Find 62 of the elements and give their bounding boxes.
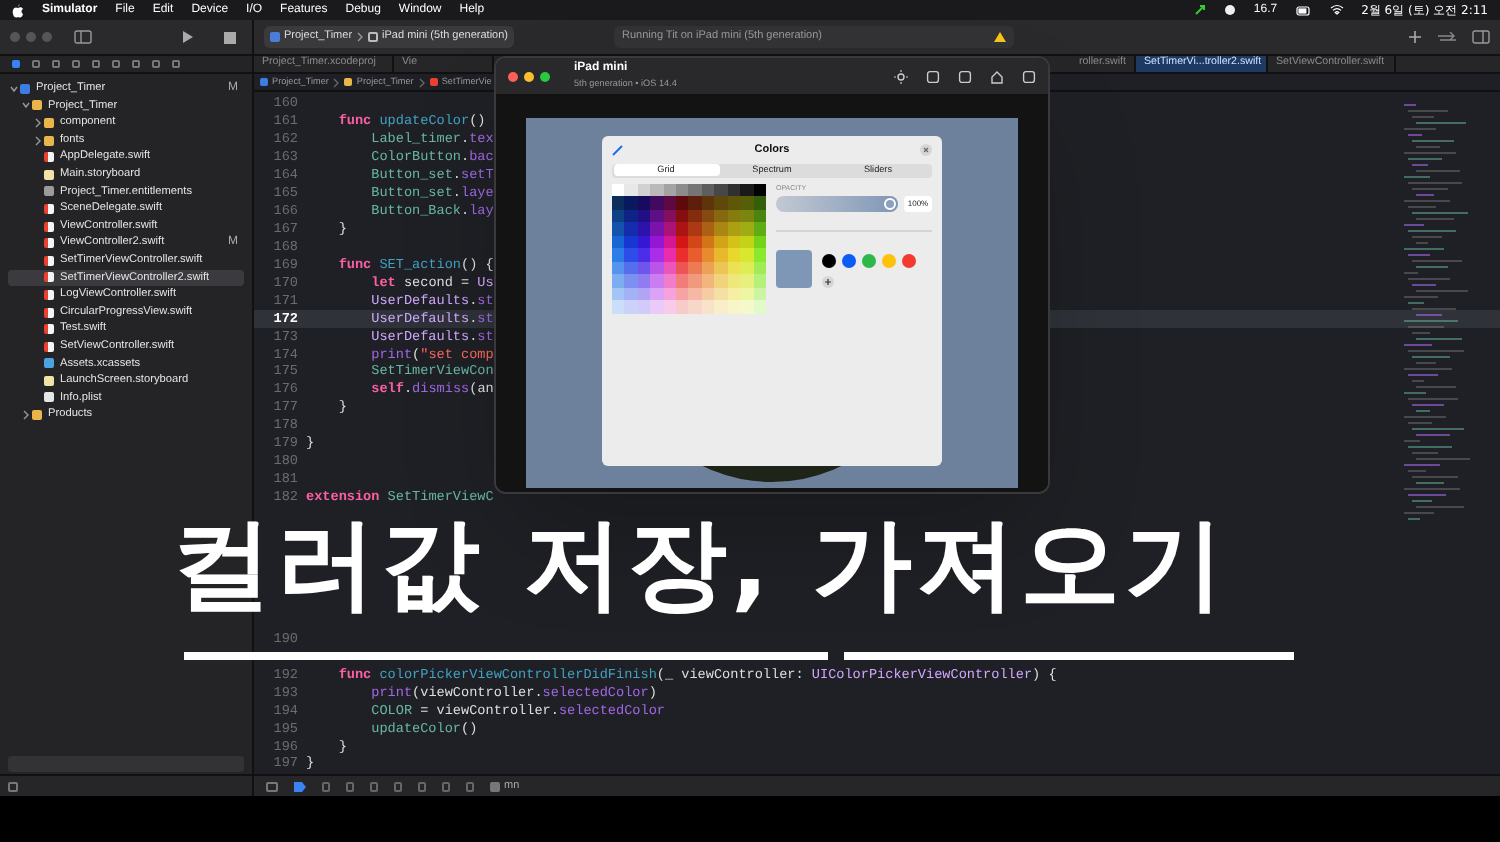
wifi-icon[interactable] <box>1329 4 1344 16</box>
color-swatch[interactable] <box>842 253 856 268</box>
status-icon[interactable] <box>1223 4 1236 16</box>
play-icon[interactable] <box>182 30 194 44</box>
inspector-toggle-icon[interactable] <box>1472 30 1490 44</box>
chevron-icon <box>332 77 341 87</box>
disclosure-chevron-icon[interactable] <box>34 117 42 128</box>
navigator-tab-icon[interactable] <box>32 60 40 68</box>
navigator-tab-icon[interactable] <box>132 60 140 68</box>
swap-arrows-icon[interactable] <box>1438 31 1456 43</box>
breakpoint-icon[interactable] <box>294 781 306 791</box>
disclosure-chevron-icon[interactable] <box>34 135 42 146</box>
swift-file-icon <box>44 152 54 163</box>
navigator-tab-icon[interactable] <box>72 60 80 68</box>
current-color-swatch <box>776 249 812 288</box>
filter-field[interactable] <box>8 756 244 772</box>
close-icon[interactable] <box>920 144 932 156</box>
folder-icon <box>344 78 353 86</box>
plist-file-icon <box>44 392 54 403</box>
disclosure-chevron-icon[interactable] <box>10 83 18 94</box>
filter-options-icon[interactable] <box>8 781 18 791</box>
target-icon <box>490 781 500 791</box>
asset-catalog-icon <box>44 358 54 369</box>
opacity-slider[interactable] <box>776 195 898 212</box>
brightness-icon[interactable] <box>894 69 908 83</box>
navigator-tab-icon[interactable] <box>112 60 120 68</box>
video-caption: 컬러값 저장, 가져오기 <box>172 504 1228 626</box>
sidebar-toggle-icon[interactable] <box>74 30 92 44</box>
status-icon[interactable] <box>1193 4 1206 16</box>
battery-icon <box>1295 5 1312 15</box>
color-swatch[interactable] <box>862 253 876 268</box>
disclosure-chevron-icon[interactable] <box>22 410 30 421</box>
chevron-icon <box>356 32 365 42</box>
navigator-tab-icon[interactable] <box>12 60 20 68</box>
apple-icon[interactable] <box>12 3 24 17</box>
disclosure-chevron-icon[interactable] <box>22 100 30 111</box>
eyedropper-icon[interactable] <box>612 144 624 156</box>
swift-file-icon <box>429 78 438 86</box>
project-icon <box>260 78 268 86</box>
folder-icon <box>32 410 42 421</box>
home-icon[interactable] <box>990 69 1004 83</box>
warning-icon <box>994 32 1007 42</box>
entitlements-file-icon <box>44 186 54 197</box>
color-swatch[interactable] <box>882 253 896 268</box>
navigator-tab-icon[interactable] <box>152 60 160 68</box>
color-grid-drawing[interactable] <box>612 183 766 313</box>
navigator-tab-icon[interactable] <box>92 60 100 68</box>
storyboard-file-icon <box>44 375 54 386</box>
add-icon[interactable] <box>1408 30 1422 44</box>
app-icon <box>270 32 280 42</box>
add-icon[interactable] <box>822 275 834 288</box>
color-swatch[interactable] <box>822 253 836 268</box>
hide-debug-area-icon[interactable] <box>266 781 278 791</box>
navigator-tab-icon[interactable] <box>172 60 180 68</box>
color-swatch[interactable] <box>902 253 916 268</box>
device-icon <box>368 32 379 42</box>
chevron-icon <box>417 77 426 87</box>
stop-icon[interactable] <box>224 31 236 43</box>
slider-thumb[interactable] <box>884 197 896 210</box>
project-icon <box>20 83 30 94</box>
navigator-tab-icon[interactable] <box>52 60 60 68</box>
storyboard-file-icon <box>44 169 54 180</box>
